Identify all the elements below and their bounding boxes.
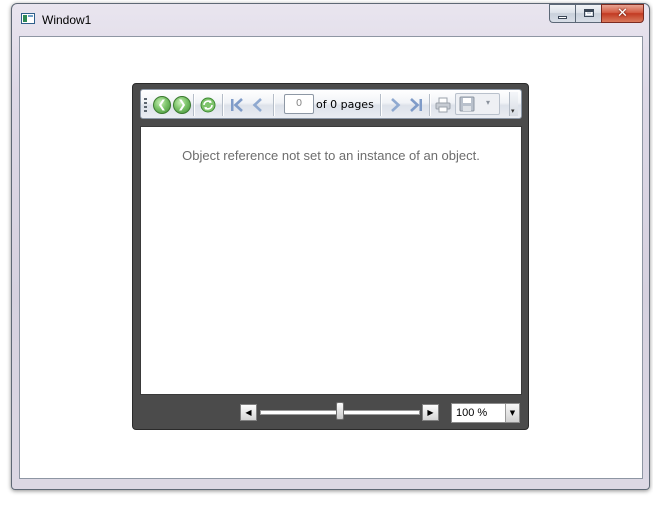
viewer-status-bar: ◀ ▶ 100 % ▼	[133, 396, 528, 429]
toolbar-overflow-button[interactable]: ▾	[509, 92, 518, 116]
page-number-input[interactable]: 0	[284, 94, 314, 114]
refresh-icon[interactable]	[199, 96, 217, 114]
zoom-slider-thumb[interactable]	[336, 402, 344, 420]
chevron-down-icon: ▾	[486, 98, 491, 107]
zoom-dropdown-button[interactable]: ▼	[505, 404, 519, 422]
right-arrow-icon: ▶	[427, 408, 434, 417]
viewer-toolbar: ❮ ❯ 0 of 0 pages ▾ ▾	[140, 89, 522, 119]
document-viewer: ❮ ❯ 0 of 0 pages ▾ ▾ Object reference no…	[132, 83, 529, 430]
back-arrow-icon[interactable]: ❮	[153, 96, 171, 114]
error-message: Object reference not set to an instance …	[182, 148, 480, 163]
left-arrow-icon: ◀	[245, 408, 252, 417]
close-icon: ✕	[617, 6, 628, 21]
zoom-combobox[interactable]: 100 % ▼	[451, 403, 520, 423]
zoom-value: 100 %	[456, 407, 488, 419]
toolbar-grip[interactable]	[144, 98, 147, 112]
close-button[interactable]: ✕	[601, 4, 644, 23]
save-icon	[459, 96, 475, 112]
save-dropdown[interactable]: ▾	[455, 93, 500, 115]
title-bar[interactable]: Window1 ✕	[12, 4, 649, 34]
maximize-button[interactable]	[575, 4, 601, 23]
page-count-label: of 0 pages	[316, 98, 374, 111]
app-icon[interactable]	[21, 13, 35, 24]
print-icon[interactable]	[434, 96, 452, 114]
zoom-in-button[interactable]: ▶	[422, 404, 439, 421]
toolbar-separator	[222, 94, 224, 116]
toolbar-separator	[273, 94, 275, 116]
back-glyph: ❮	[157, 98, 167, 111]
previous-page-icon[interactable]	[249, 96, 267, 114]
toolbar-separator	[193, 94, 195, 116]
document-content-area[interactable]: Object reference not set to an instance …	[140, 126, 522, 395]
toolbar-separator	[380, 94, 382, 116]
toolbar-separator	[429, 94, 431, 116]
last-page-icon[interactable]	[407, 96, 425, 114]
forward-glyph: ❯	[177, 98, 187, 111]
minimize-icon	[558, 16, 567, 19]
minimize-button[interactable]	[549, 4, 575, 23]
first-page-icon[interactable]	[228, 96, 246, 114]
window-title: Window1	[42, 13, 92, 27]
forward-arrow-icon[interactable]: ❯	[173, 96, 191, 114]
next-page-icon[interactable]	[386, 96, 404, 114]
caption-buttons: ✕	[549, 4, 644, 23]
dropdown-arrow-icon: ▼	[509, 409, 516, 417]
maximize-icon	[584, 9, 594, 17]
zoom-out-button[interactable]: ◀	[240, 404, 257, 421]
overflow-chevron-icon: ▾	[511, 107, 515, 115]
